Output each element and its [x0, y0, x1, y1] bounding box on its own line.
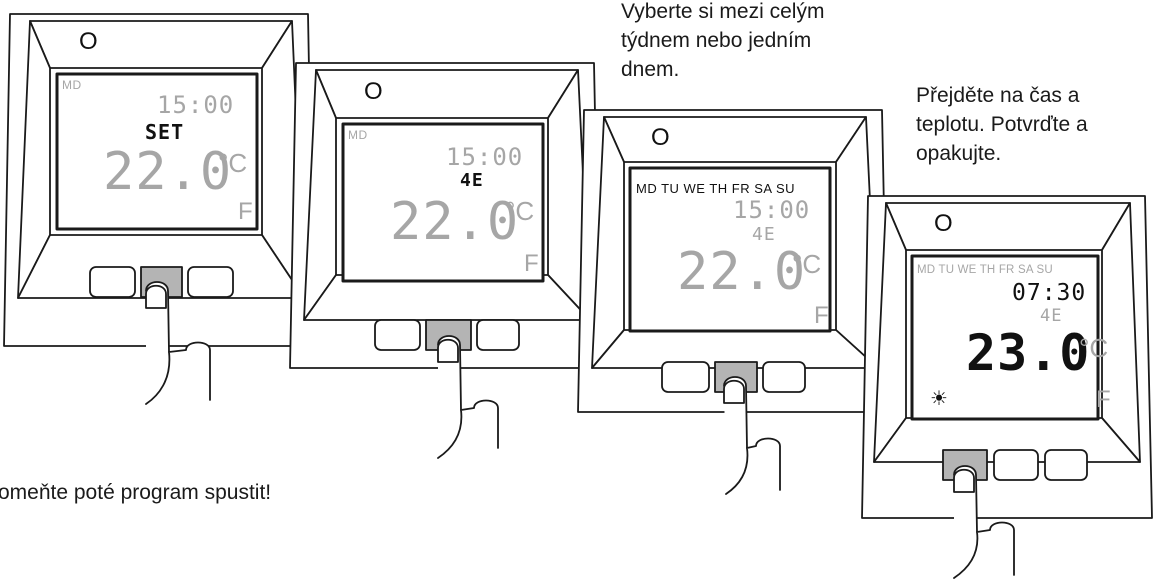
thermostat-3-right-button	[762, 361, 806, 393]
thermostat-1-led-indicator: O	[79, 28, 98, 55]
thermostat-2-right-button	[476, 319, 520, 351]
thermostat-3	[577, 109, 889, 495]
thermostat-2-mode-display: 4E	[460, 170, 484, 191]
thermostat-3-thumb	[746, 437, 781, 491]
thermostat-1-right-button	[187, 266, 234, 298]
thermostat-4-led-indicator: O	[934, 210, 953, 237]
thermostat-3-top-bevel	[603, 116, 867, 163]
thermostat-3-flag-label: F	[814, 302, 829, 329]
thermostat-2-temperature-display: 22.0	[390, 192, 520, 252]
thermostat-3-left-button	[661, 361, 710, 393]
thermostat-3-time-display: 15:00	[733, 196, 811, 224]
thermostat-2-unit-label: °C	[505, 196, 535, 226]
thermostat-1-time-display: 15:00	[157, 91, 235, 119]
thermostat-4-day-indicator: MD TU WE TH FR SA SU	[917, 264, 1053, 276]
thermostat-3-temperature-display: 22.0	[677, 242, 807, 302]
thermostat-2-fingernail	[437, 338, 459, 363]
thermostat-1-mode-display: SET	[145, 120, 185, 144]
thermostat-2-day-indicator: MD	[348, 128, 368, 142]
thermostat-4-unit-label: °C	[1079, 333, 1109, 363]
thermostat-4-middle-button	[993, 449, 1039, 481]
thermostat-3-led-indicator: O	[651, 124, 670, 151]
thermostat-1-unit-label: °C	[218, 148, 248, 178]
thermostat-4-flag-label: F	[1096, 386, 1111, 413]
thermostat-4-fingernail	[953, 468, 975, 493]
thermostat-1-left-button	[89, 266, 136, 298]
thermostat-4-temperature-display: 23.0	[966, 324, 1091, 382]
caption-move-time-temperature: Přejděte na čas a teplotu. Potvrďte a op…	[916, 84, 1088, 165]
caption-select-week-or-day: Vyberte si mezi celým týdnem nebo jedním…	[621, 0, 825, 81]
thermostat-1	[3, 13, 315, 405]
thermostat-1-thumb	[168, 341, 211, 401]
caption-start-program: omeňte poté program spustit!	[0, 481, 272, 504]
thermostat-2-led-indicator: O	[364, 78, 383, 105]
thermostat-3-fingernail	[723, 379, 745, 404]
thermostat-1-fingernail	[145, 284, 167, 309]
thermostat-2-left-button	[374, 319, 421, 351]
thermostat-4-thumb	[976, 521, 1015, 576]
thermostat-4-right-button	[1044, 449, 1088, 481]
thermostat-2-time-display: 15:00	[446, 143, 524, 171]
thermostat-4-top-bevel	[885, 202, 1131, 251]
thermostat-2-flag-label: F	[524, 250, 539, 277]
thermostat-1-top-bevel	[29, 20, 293, 69]
thermostat-1-day-indicator: MD	[62, 78, 82, 92]
thermostat-2-top-bevel	[315, 69, 579, 119]
sun-icon: ☀	[930, 388, 948, 410]
thermostat-2	[289, 62, 601, 459]
thermostat-1-flag-label: F	[238, 198, 253, 225]
thermostat-1-temperature-display: 22.0	[103, 142, 233, 202]
thermostat-4-mode-display: 4E	[1040, 306, 1063, 326]
thermostat-2-thumb	[460, 399, 499, 449]
thermostat-3-unit-label: °C	[792, 249, 822, 279]
thermostat-3-day-indicator: MD TU WE TH FR SA SU	[636, 181, 796, 196]
thermostat-4-time-display: 07:30	[1012, 280, 1087, 306]
